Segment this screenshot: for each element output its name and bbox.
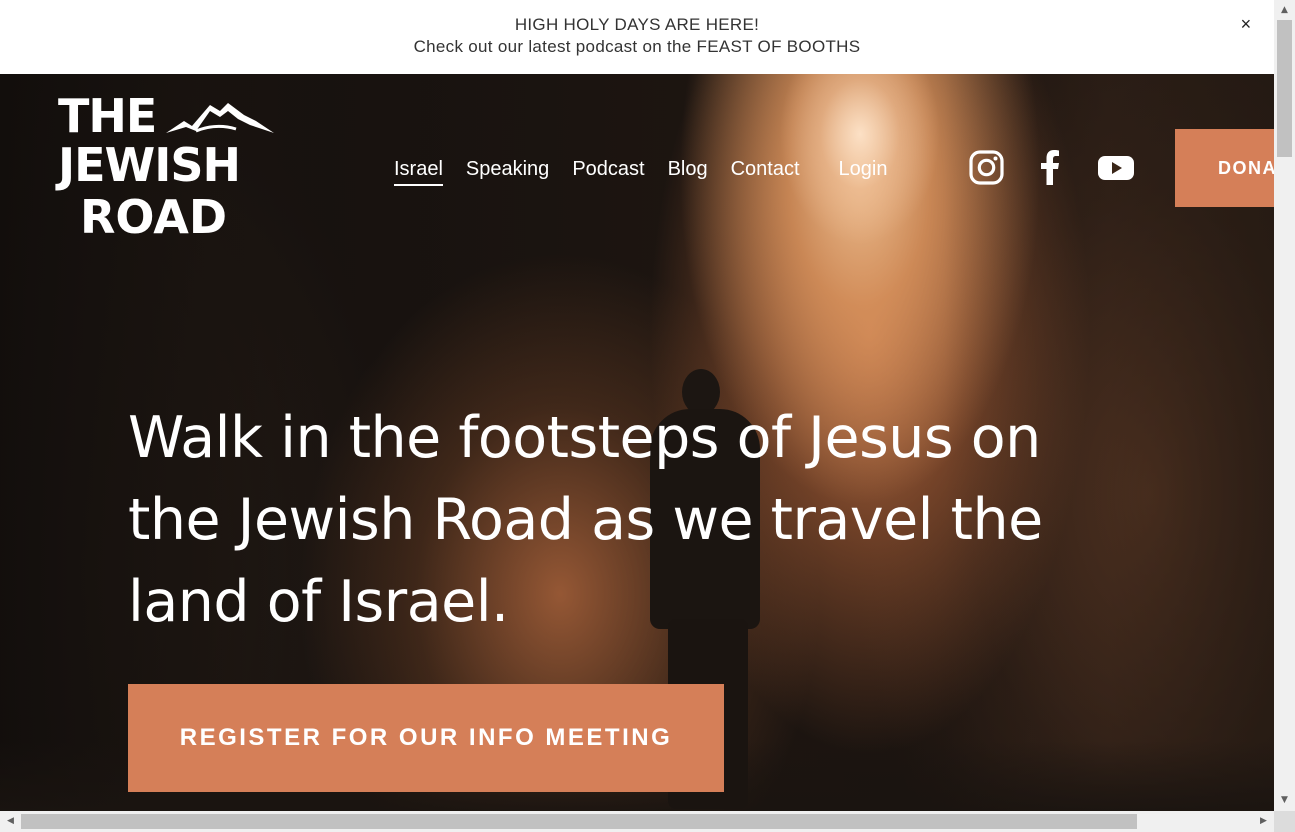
announcement-bar: HIGH HOLY DAYS ARE HERE! Check out our l…	[0, 0, 1274, 74]
announcement-headline: HIGH HOLY DAYS ARE HERE!	[514, 15, 760, 34]
nav-item-israel[interactable]: Israel	[394, 155, 443, 186]
announcement-link[interactable]: Check out our latest podcast on the FEAS…	[0, 36, 1274, 58]
main-navigation: Israel Speaking Podcast Blog Contact Log…	[394, 154, 910, 186]
nav-item-contact[interactable]: Contact	[731, 155, 800, 183]
scrollbar-corner	[1274, 811, 1295, 832]
scroll-down-icon[interactable]: ▼	[1274, 792, 1295, 809]
browser-viewport: HIGH HOLY DAYS ARE HERE! Check out our l…	[0, 0, 1295, 832]
scroll-right-icon[interactable]: ▶	[1255, 811, 1272, 832]
hero-headline: Walk in the footsteps of Jesus on the Je…	[128, 405, 1043, 635]
horizontal-scrollbar[interactable]: ◀ ▶	[0, 811, 1274, 832]
instagram-icon[interactable]	[969, 150, 1004, 185]
nav-item-blog[interactable]: Blog	[668, 155, 708, 183]
nav-item-speaking[interactable]: Speaking	[466, 155, 549, 183]
login-link[interactable]: Login	[839, 155, 888, 183]
logo-word-the: THE	[58, 89, 157, 143]
nav-item-podcast[interactable]: Podcast	[572, 155, 644, 183]
logo-word-jewish: JEWISH	[58, 138, 241, 192]
scroll-left-icon[interactable]: ◀	[2, 811, 19, 832]
facebook-icon[interactable]	[1040, 150, 1060, 185]
vertical-scroll-thumb[interactable]	[1277, 20, 1292, 157]
register-info-meeting-button[interactable]: REGISTER FOR OUR INFO MEETING	[128, 684, 724, 792]
logo-word-road: ROAD	[80, 190, 228, 244]
close-icon[interactable]: ×	[1238, 14, 1254, 34]
vertical-scrollbar[interactable]: ▲ ▼	[1274, 0, 1295, 811]
mountain-icon	[166, 103, 274, 133]
site-logo[interactable]: THE JEWISH ROAD	[58, 89, 274, 244]
horizontal-scroll-thumb[interactable]	[21, 814, 1137, 829]
scroll-up-icon[interactable]: ▲	[1274, 2, 1295, 19]
youtube-icon[interactable]	[1098, 150, 1134, 185]
